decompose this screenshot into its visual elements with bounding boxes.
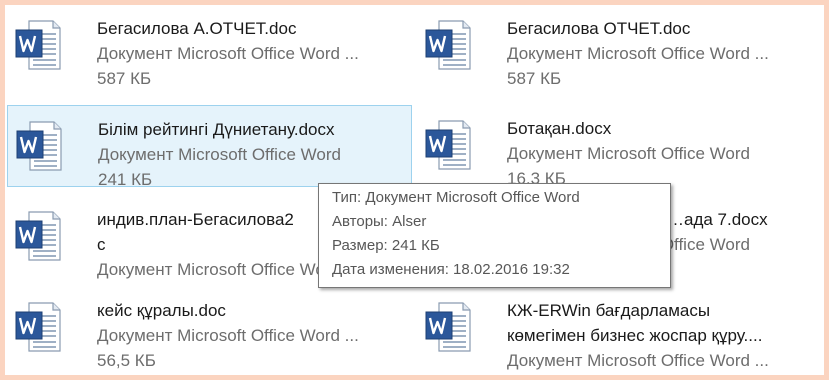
file-info-tooltip: Тип: Документ Microsoft Office Word Авто…: [318, 183, 671, 288]
word-document-icon: [425, 301, 471, 353]
word-document-icon: [15, 210, 61, 262]
file-item[interactable]: КЖ-ERWin бағдарламасы көмегімен бизнес ж…: [417, 287, 822, 370]
file-type: Документ Microsoft Office Word: [98, 145, 341, 164]
tooltip-size: Размер: 241 КБ: [332, 237, 440, 254]
tooltip-authors: Авторы: Alser: [332, 213, 427, 230]
file-item[interactable]: Ботақан.docx Документ Microsoft Office W…: [417, 105, 822, 188]
tooltip-modified: Дата изменения: 18.02.2016 19:32: [332, 261, 570, 278]
word-document-icon: [15, 19, 61, 71]
file-type: Документ Microsoft Office Word: [507, 144, 750, 163]
file-list-panel: Бегасилова А.ОТЧЕТ.doc Документ Microsof…: [5, 5, 824, 375]
file-item[interactable]: Бегасилова А.ОТЧЕТ.doc Документ Microsof…: [7, 5, 412, 88]
file-name: Ботақан.docx: [507, 119, 612, 138]
file-type: Документ Microsoft Office Word ...: [97, 326, 359, 345]
file-type: Документ Microsoft Office Word ...: [507, 44, 769, 63]
file-size: 587 КБ: [507, 69, 562, 88]
word-document-icon: [425, 119, 471, 171]
file-type: Документ Microsoft Office Word ...: [507, 351, 769, 370]
file-type: Документ Microsoft Office Word ...: [97, 44, 359, 63]
file-item[interactable]: кейс құралы.doc Документ Microsoft Offic…: [7, 287, 412, 370]
file-name: кейс құралы.doc: [97, 301, 226, 320]
file-size: 587 КБ: [97, 69, 152, 88]
tooltip-type: Тип: Документ Microsoft Office Word: [332, 189, 580, 206]
file-item[interactable]: Бегасилова ОТЧЕТ.doc Документ Microsoft …: [417, 5, 822, 88]
word-document-icon: [15, 301, 61, 353]
word-document-icon: [425, 19, 471, 71]
file-name: КЖ-ERWin бағдарламасы: [507, 301, 711, 320]
file-name-continued: көмегімен бизнес жоспар құру....: [507, 326, 763, 345]
file-item-selected[interactable]: Білім рейтингі Дүниетану.docx Документ M…: [7, 105, 412, 189]
word-document-icon: [16, 120, 62, 172]
file-name: Бегасилова ОТЧЕТ.doc: [507, 19, 691, 38]
file-name: Бегасилова А.ОТЧЕТ.doc: [97, 19, 297, 38]
file-size: 56,5 КБ: [97, 351, 156, 370]
file-name: Білім рейтингі Дүниетану.docx: [98, 120, 335, 139]
